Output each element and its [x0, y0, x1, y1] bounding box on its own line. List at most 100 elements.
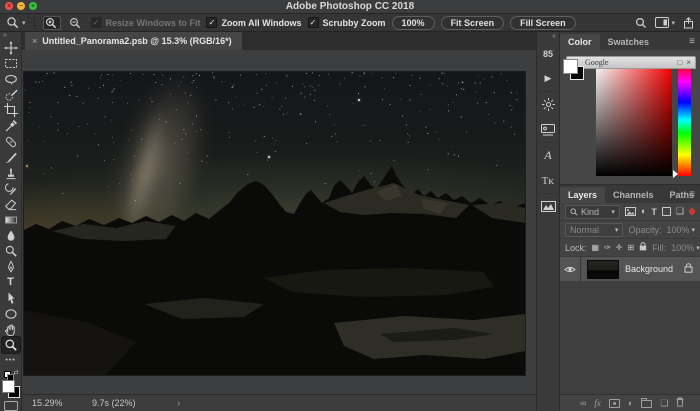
tab-layers[interactable]: Layers — [560, 187, 605, 203]
filter-adjustment-layers-icon[interactable]: ◐ — [641, 207, 646, 216]
zoom-tool[interactable] — [2, 337, 20, 353]
filter-toggle-icon[interactable] — [689, 208, 695, 215]
collapse-tools-icon[interactable]: » — [0, 32, 7, 40]
color-panel-body: Google □ × — [560, 50, 700, 184]
eraser-tool[interactable] — [2, 197, 20, 213]
close-window-button[interactable]: × — [5, 2, 13, 10]
canvas-image[interactable] — [24, 72, 525, 375]
lock-artboard-icon[interactable]: ⊞ — [627, 244, 634, 252]
minimize-window-button[interactable]: − — [17, 2, 25, 10]
fit-screen-button[interactable]: Fit Screen — [441, 16, 505, 30]
opacity-field[interactable]: 100% ▾ — [666, 225, 695, 235]
adjustment-layer-icon[interactable]: ◐ — [628, 398, 633, 408]
slideshow-panel-icon[interactable] — [536, 117, 560, 142]
lock-transparency-icon[interactable]: ▦ — [592, 244, 600, 252]
blur-tool[interactable] — [2, 228, 20, 244]
layer-thumbnail[interactable] — [587, 260, 619, 279]
foreground-color-swatch[interactable] — [2, 380, 15, 393]
brush-tool[interactable] — [2, 150, 20, 166]
fill-field[interactable]: 100% ▾ — [671, 243, 700, 253]
filter-smart-objects-icon[interactable]: ❏ — [676, 206, 684, 217]
type-tool-glyph: T — [7, 277, 14, 288]
pen-tool[interactable] — [2, 259, 20, 275]
divider — [34, 17, 35, 29]
canvas-pasteboard[interactable] — [22, 50, 536, 394]
share-icon[interactable] — [683, 17, 694, 29]
edit-toolbar-button[interactable]: ••• — [2, 353, 20, 369]
panel-menu-icon[interactable]: ≡ — [689, 189, 695, 200]
actions-panel-icon[interactable]: ▶ — [536, 66, 560, 91]
histogram-panel-icon[interactable] — [536, 193, 560, 219]
hue-strip[interactable] — [678, 64, 691, 176]
spot-healing-brush-tool[interactable] — [2, 134, 20, 150]
new-layer-icon[interactable]: ❏ — [660, 398, 668, 409]
history-brush-tool[interactable] — [2, 181, 20, 197]
lasso-tool[interactable] — [2, 71, 20, 87]
filter-type-layers-icon[interactable]: T — [651, 207, 657, 217]
zoom-all-windows-checkbox[interactable]: ✓ Zoom All Windows — [206, 17, 301, 28]
dodge-tool[interactable] — [2, 244, 20, 260]
rectangular-marquee-tool[interactable] — [2, 56, 20, 72]
search-icon[interactable] — [635, 17, 647, 29]
screen-mode-button[interactable] — [4, 401, 18, 411]
delete-layer-icon[interactable] — [676, 397, 684, 409]
add-mask-icon[interactable] — [609, 399, 620, 408]
blend-mode-dropdown[interactable]: Normal ▾ — [565, 223, 623, 237]
default-colors-control[interactable]: ⇄ — [4, 371, 18, 379]
fill-screen-button[interactable]: Fill Screen — [510, 16, 576, 30]
quick-selection-tool[interactable] — [2, 87, 20, 103]
hand-tool[interactable] — [2, 322, 20, 338]
options-bar: ▾ ✓ Resize Windows to Fit ✓ Zoom All Win… — [0, 14, 700, 32]
zoom-100-button[interactable]: 100% — [392, 16, 435, 30]
new-group-icon[interactable] — [641, 400, 652, 408]
path-selection-tool[interactable] — [2, 291, 20, 307]
tab-channels[interactable]: Channels — [605, 187, 662, 203]
tool-preset-picker[interactable]: ▾ — [6, 16, 26, 29]
expand-panels-icon[interactable]: « — [552, 32, 559, 41]
move-tool[interactable] — [2, 40, 20, 56]
clone-stamp-tool[interactable] — [2, 165, 20, 181]
shape-tool[interactable] — [2, 306, 20, 322]
document-tab[interactable]: × Untitled_Panorama2.psb @ 15.3% (RGB/16… — [25, 32, 242, 50]
type-tool[interactable]: T — [2, 275, 20, 291]
gradient-tool[interactable] — [2, 212, 20, 228]
filter-shape-layers-icon[interactable] — [662, 207, 671, 216]
tk-panel-icon[interactable]: Tᴋ — [536, 168, 560, 193]
zoom-in-button[interactable] — [43, 16, 61, 30]
filter-pixel-layers-icon[interactable] — [625, 207, 636, 216]
chevron-down-icon: ▾ — [615, 226, 619, 234]
layer-visibility-toggle[interactable] — [560, 257, 581, 281]
saturation-value-picker[interactable] — [596, 64, 672, 176]
lock-all-icon[interactable] — [639, 242, 647, 253]
zoom-out-button[interactable] — [67, 16, 85, 30]
lock-pixels-icon[interactable]: ✑ — [604, 244, 611, 252]
workspace-switcher[interactable]: ▾ — [655, 17, 675, 28]
lock-label: Lock: — [565, 243, 587, 253]
foreground-color-swatch[interactable] — [563, 59, 578, 74]
layer-style-icon[interactable]: fx — [594, 398, 601, 408]
close-tab-icon[interactable]: × — [32, 36, 37, 46]
tab-color[interactable]: Color — [560, 34, 600, 50]
status-chevron-icon[interactable]: › — [177, 398, 180, 409]
scrubby-zoom-checkbox[interactable]: ✓ Scrubby Zoom — [308, 17, 386, 28]
filter-kind-dropdown[interactable]: Kind ▾ — [565, 205, 620, 219]
close-window-icon[interactable]: × — [686, 59, 691, 67]
glyphs-panel-icon[interactable]: A — [536, 142, 560, 168]
lock-position-icon[interactable]: ✛ — [616, 244, 623, 252]
layer-name[interactable]: Background — [625, 264, 684, 274]
eyedropper-tool[interactable] — [2, 118, 20, 134]
google-floating-window[interactable]: Google □ × — [566, 56, 696, 69]
crop-tool[interactable] — [2, 103, 20, 119]
layer-row-background[interactable]: Background — [560, 257, 700, 281]
adjustments-panel-icon[interactable] — [536, 91, 560, 117]
restore-window-icon[interactable]: □ — [677, 59, 682, 67]
panel-menu-icon[interactable]: ≡ — [689, 36, 695, 47]
extension-85-panel-icon[interactable]: 85 — [536, 41, 560, 66]
link-layers-icon[interactable]: ∞ — [580, 398, 586, 408]
foreground-background-swatches[interactable] — [2, 380, 20, 398]
hue-slider-handle[interactable] — [673, 170, 678, 178]
fullscreen-window-button[interactable]: + — [29, 2, 37, 10]
swap-colors-icon[interactable]: ⇄ — [13, 369, 18, 376]
tab-swatches[interactable]: Swatches — [600, 34, 658, 50]
status-zoom-level[interactable]: 15.29% — [22, 398, 92, 408]
